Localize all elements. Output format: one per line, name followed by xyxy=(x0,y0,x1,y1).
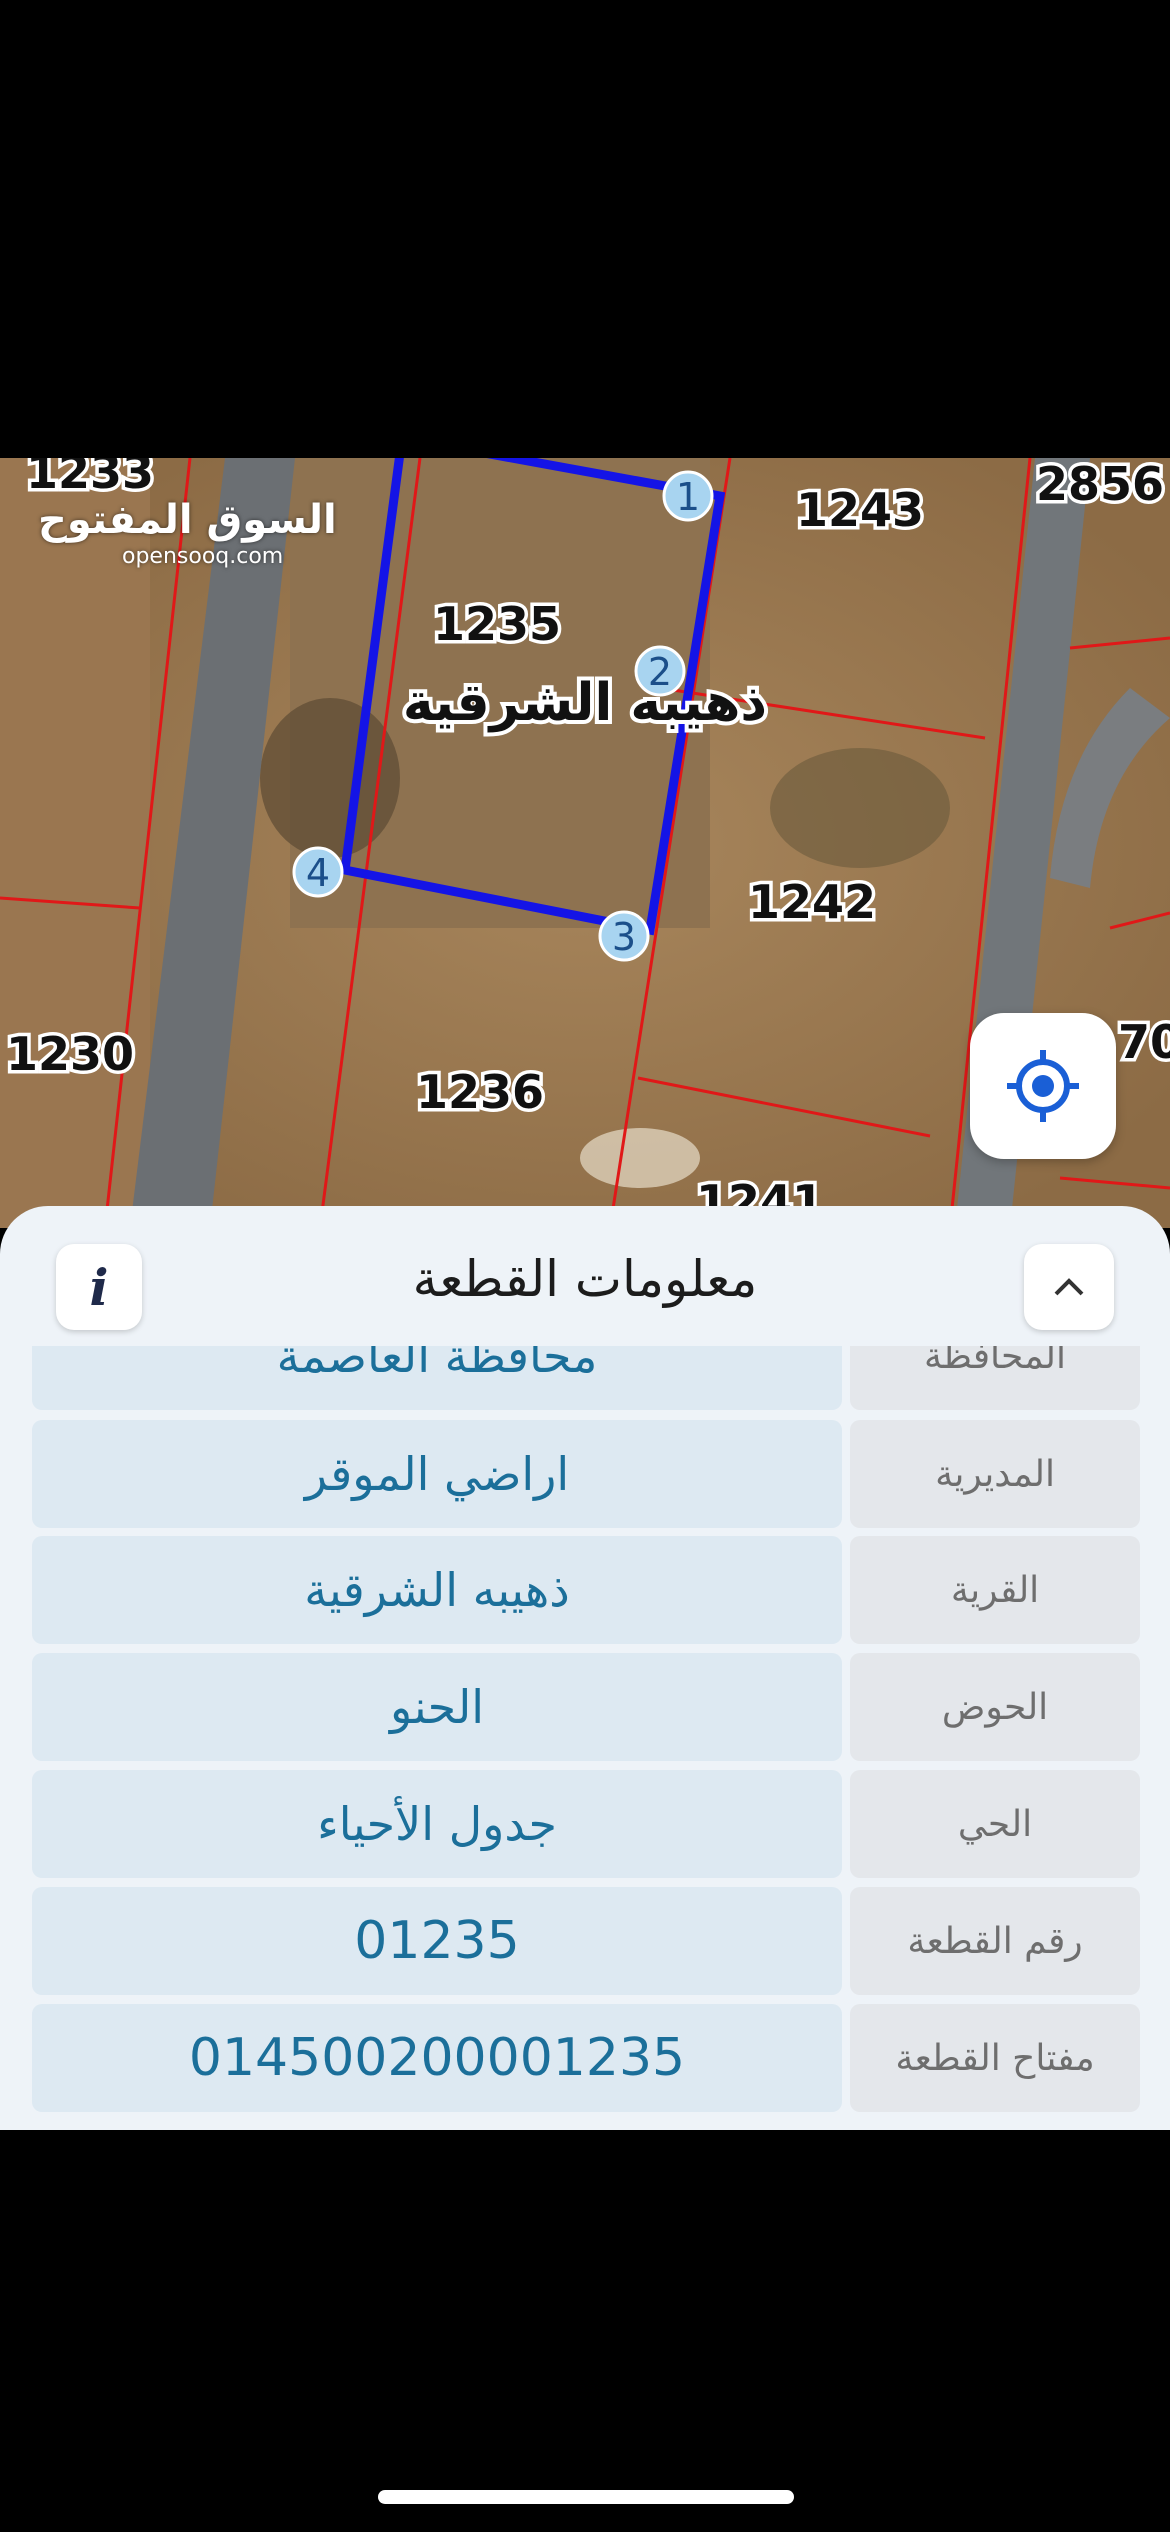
info-row-plot-key: 014500200001235 مفتاح القطعة xyxy=(32,2004,1140,2112)
opensooq-watermark: السوق المفتوح opensooq.com xyxy=(38,498,337,569)
vertex-marker[interactable]: 4 xyxy=(292,846,344,898)
row-label: الحي xyxy=(850,1770,1140,1878)
vertex-1-label: 1 xyxy=(676,475,700,519)
info-row-governorate: محافظة العاصمة المحافظة xyxy=(32,1346,1140,1410)
village-label: ذهيبه الشرقية xyxy=(403,673,767,733)
vertex-4-label: 4 xyxy=(306,851,330,895)
row-value: محافظة العاصمة xyxy=(32,1346,842,1410)
collapse-button[interactable] xyxy=(1024,1244,1114,1330)
row-label: الحوض xyxy=(850,1653,1140,1761)
row-label: المحافظة xyxy=(850,1346,1140,1410)
terrain-left xyxy=(0,458,150,1228)
watermark-english: opensooq.com xyxy=(122,544,284,569)
row-value: اراضي الموقر xyxy=(32,1420,842,1528)
parcel-number: 1235 xyxy=(433,597,561,651)
parcel-number: 70 xyxy=(1118,1015,1170,1069)
parcel-number: 1236 xyxy=(416,1065,544,1119)
vegetation-patch xyxy=(770,748,950,868)
parcel-number: 1233 xyxy=(26,458,154,499)
vertex-marker[interactable]: 3 xyxy=(598,910,650,962)
row-value: ذهيبه الشرقية xyxy=(32,1536,842,1644)
panel-title: معلومات القطعة xyxy=(412,1250,758,1308)
parcel-number: 2856 xyxy=(1036,458,1164,511)
row-value: 014500200001235 xyxy=(32,2004,842,2112)
vertex-3-label: 3 xyxy=(612,915,636,959)
row-value: الحنو xyxy=(32,1653,842,1761)
plot-info-panel: i معلومات القطعة محافظة العاصمة المحافظة… xyxy=(0,1206,1170,2130)
info-row-village: ذهيبه الشرقية القرية xyxy=(32,1536,1140,1644)
parcel-number: 1243 xyxy=(796,483,924,537)
row-label: مفتاح القطعة xyxy=(850,2004,1140,2112)
info-table[interactable]: محافظة العاصمة المحافظة اراضي الموقر الم… xyxy=(0,1346,1170,2130)
panel-header: i معلومات القطعة xyxy=(0,1206,1170,1346)
vertex-marker[interactable]: 1 xyxy=(662,470,714,522)
watermark-arabic: السوق المفتوح xyxy=(38,497,337,543)
chevron-up-icon xyxy=(1054,1278,1084,1296)
locate-me-button[interactable] xyxy=(970,1013,1116,1159)
info-row-basin: الحنو الحوض xyxy=(32,1653,1140,1761)
info-button[interactable]: i xyxy=(56,1244,142,1330)
row-label: القرية xyxy=(850,1536,1140,1644)
parcel-number: 1242 xyxy=(748,875,876,929)
info-icon: i xyxy=(89,1257,109,1317)
row-label: رقم القطعة xyxy=(850,1887,1140,1995)
row-value: 01235 xyxy=(32,1887,842,1995)
row-value: جدول الأحياء xyxy=(32,1770,842,1878)
building xyxy=(580,1128,700,1188)
info-row-neighborhood: جدول الأحياء الحي xyxy=(32,1770,1140,1878)
row-label: المديرية xyxy=(850,1420,1140,1528)
location-target-icon xyxy=(1007,1050,1079,1122)
home-indicator[interactable] xyxy=(378,2490,794,2504)
parcel-number: 1230 xyxy=(6,1027,134,1081)
info-row-plot-number: 01235 رقم القطعة xyxy=(32,1887,1140,1995)
info-row-directorate: اراضي الموقر المديرية xyxy=(32,1420,1140,1528)
